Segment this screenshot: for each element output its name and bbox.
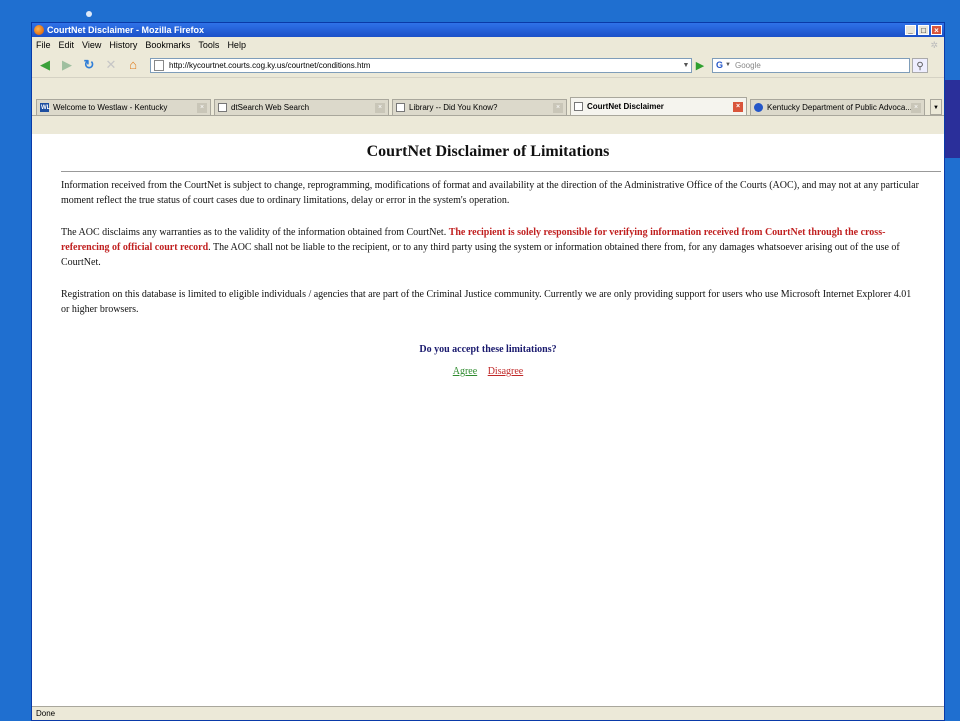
disclaimer-text: The AOC disclaims any warranties as to t…	[61, 227, 449, 238]
back-arrow-icon[interactable]: ◀	[36, 56, 54, 74]
tab-westlaw[interactable]: WL Welcome to Westlaw - Kentucky ×	[36, 99, 211, 115]
tab-close-icon[interactable]: ×	[733, 101, 743, 112]
forward-arrow-icon[interactable]: ▶	[58, 56, 76, 74]
status-bar: Done	[32, 706, 944, 720]
page-icon	[154, 59, 164, 71]
minimize-button[interactable]: _	[905, 25, 916, 35]
menu-tools[interactable]: Tools	[198, 40, 219, 50]
choice-links: Agree Disagree	[32, 366, 944, 377]
search-engine-icon[interactable]: G	[716, 60, 723, 70]
disagree-link[interactable]: Disagree	[488, 366, 524, 377]
disclaimer-paragraph-1: Information received from the CourtNet i…	[61, 180, 919, 206]
menu-bar: File Edit View History Bookmarks Tools H…	[32, 37, 944, 53]
tab-close-icon[interactable]: ×	[911, 102, 921, 113]
url-text[interactable]: http://kycourtnet.courts.cog.ky.us/court…	[169, 61, 681, 70]
search-input[interactable]: Google	[735, 61, 909, 70]
window-title: CourtNet Disclaimer - Mozilla Firefox	[47, 25, 205, 35]
tab-kentucky-dpa[interactable]: Kentucky Department of Public Advoca... …	[750, 99, 925, 115]
disclaimer-paragraph-2: The AOC disclaims any warranties as to t…	[61, 225, 921, 270]
menu-bookmarks[interactable]: Bookmarks	[145, 40, 190, 50]
tab-close-icon[interactable]: ×	[197, 102, 207, 113]
stop-icon[interactable]: ✕	[102, 56, 120, 74]
firefox-logo-icon	[34, 25, 44, 35]
menu-history[interactable]: History	[109, 40, 137, 50]
tab-label: Kentucky Department of Public Advoca...	[767, 103, 911, 112]
slide-accent-bar	[944, 80, 960, 158]
tab-dtsearch[interactable]: dtSearch Web Search ×	[214, 99, 389, 115]
agree-link[interactable]: Agree	[453, 366, 477, 377]
tab-courtnet-disclaimer[interactable]: CourtNet Disclaimer ×	[570, 97, 747, 115]
search-box[interactable]: G ▼ Google	[712, 57, 910, 73]
menu-file[interactable]: File	[36, 40, 51, 50]
tab-list-chevron-icon[interactable]: ▼	[930, 99, 942, 115]
divider	[61, 171, 941, 172]
address-bar[interactable]: http://kycourtnet.courts.cog.ky.us/court…	[150, 57, 692, 73]
tab-label: dtSearch Web Search	[231, 103, 310, 112]
menu-help[interactable]: Help	[227, 40, 246, 50]
tab-strip: WL Welcome to Westlaw - Kentucky × dtSea…	[32, 96, 944, 116]
chevron-down-icon[interactable]: ▼	[681, 62, 691, 69]
tab-close-icon[interactable]: ×	[375, 102, 385, 113]
title-bar: CourtNet Disclaimer - Mozilla Firefox _ …	[32, 23, 944, 37]
maximize-button[interactable]: □	[918, 25, 929, 35]
bookmarks-toolbar	[32, 78, 944, 96]
throbber-icon: ✲	[930, 39, 938, 50]
search-icon[interactable]: ⚲	[912, 57, 928, 73]
menu-edit[interactable]: Edit	[59, 40, 75, 50]
home-icon[interactable]: ⌂	[124, 56, 142, 74]
westlaw-icon: WL	[40, 103, 51, 112]
page-title: CourtNet Disclaimer of Limitations	[366, 143, 610, 160]
slide-bullet-dot	[86, 11, 92, 17]
go-arrow-icon[interactable]: ▶	[692, 59, 708, 72]
menu-view[interactable]: View	[82, 40, 101, 50]
browser-window: CourtNet Disclaimer - Mozilla Firefox _ …	[32, 23, 944, 720]
search-engine-dropdown-icon[interactable]: ▼	[725, 62, 731, 68]
accept-question: Do you accept these limitations?	[419, 344, 557, 355]
disclaimer-paragraph-3: Registration on this database is limited…	[61, 289, 912, 315]
tab-close-icon[interactable]: ×	[553, 102, 563, 113]
page-icon	[218, 103, 227, 112]
globe-icon	[754, 103, 763, 112]
page-content: CourtNet Disclaimer of Limitations Infor…	[32, 134, 944, 706]
tab-label: CourtNet Disclaimer	[587, 102, 664, 111]
navigation-toolbar: ◀ ▶ ↻ ✕ ⌂ http://kycourtnet.courts.cog.k…	[32, 53, 944, 78]
tab-label: Welcome to Westlaw - Kentucky	[53, 103, 168, 112]
tab-library[interactable]: Library -- Did You Know? ×	[392, 99, 567, 115]
reload-icon[interactable]: ↻	[80, 56, 98, 74]
page-icon	[396, 103, 405, 112]
tab-label: Library -- Did You Know?	[409, 103, 498, 112]
page-icon	[574, 102, 583, 111]
close-window-button[interactable]: ×	[931, 25, 942, 35]
